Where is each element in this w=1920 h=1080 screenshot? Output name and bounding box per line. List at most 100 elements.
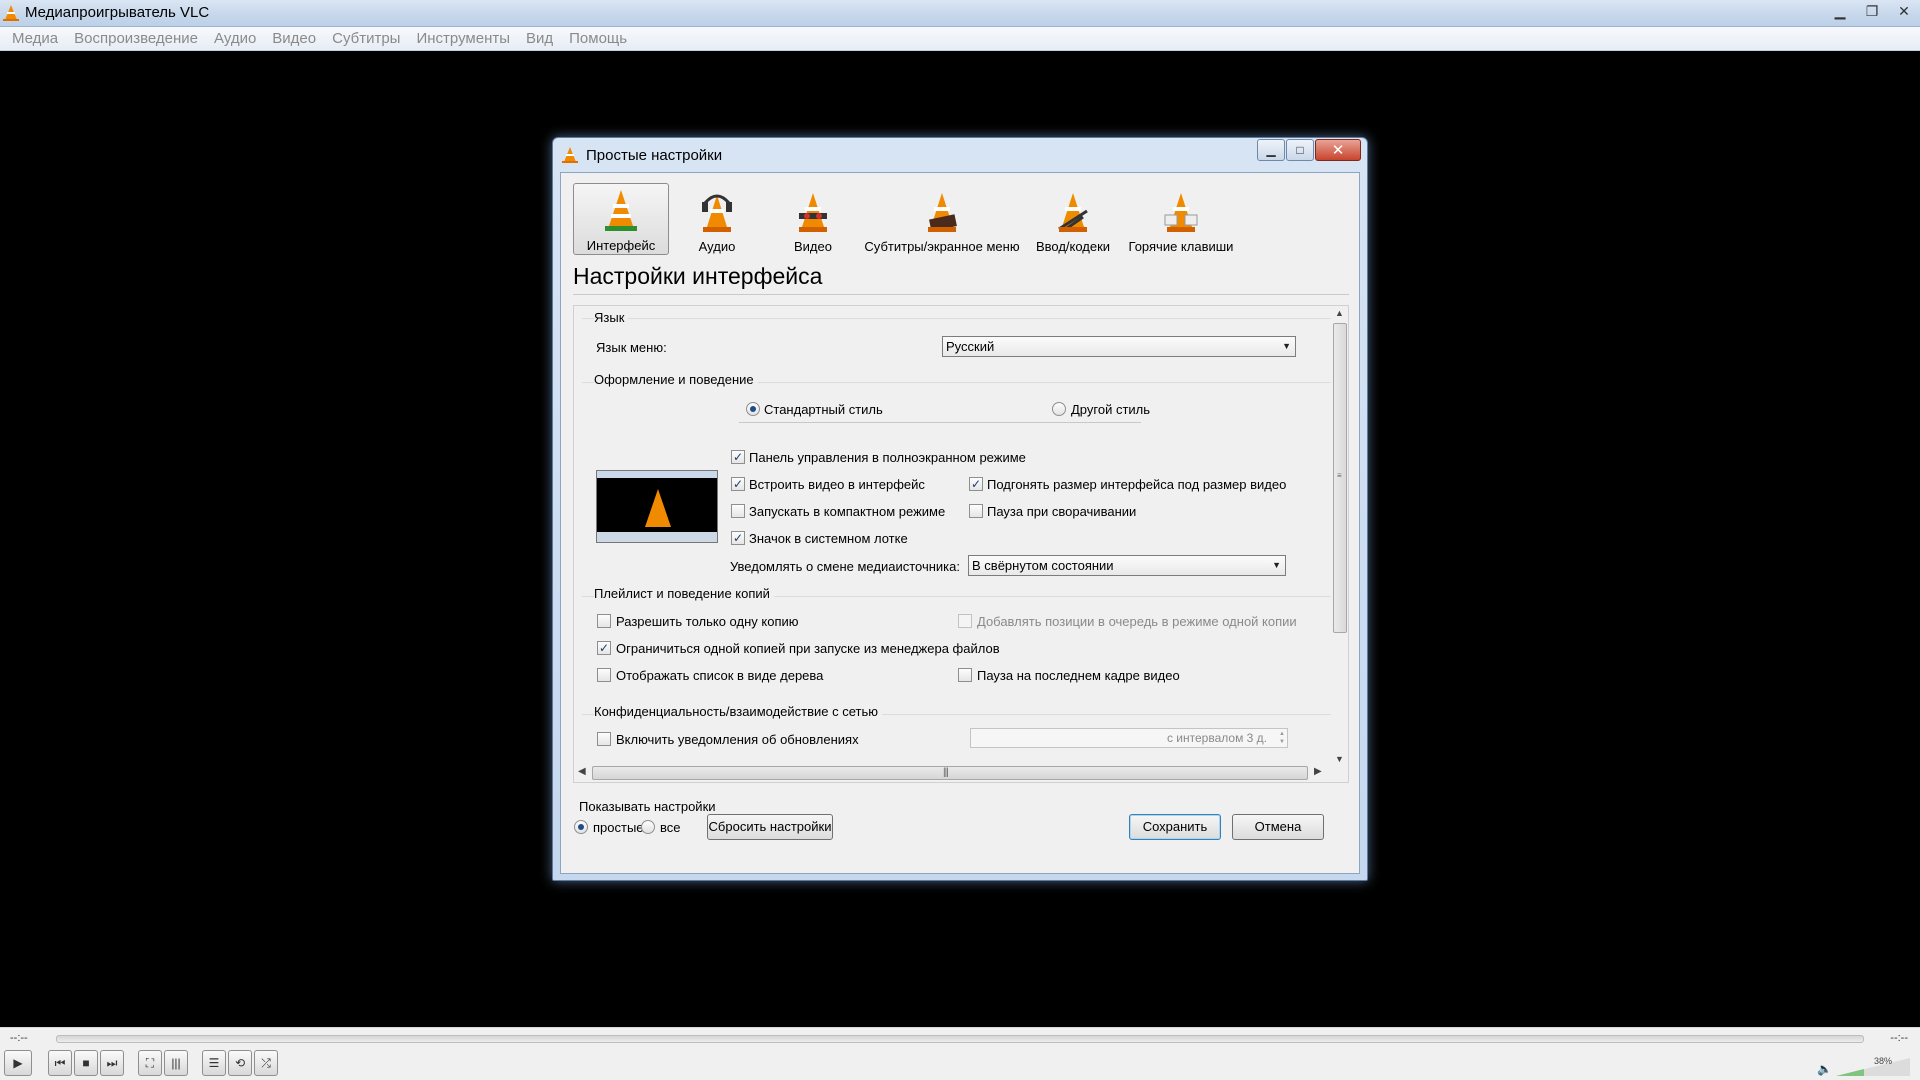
enqueue-one-instance-checkbox[interactable]: [958, 614, 972, 628]
style-standard-radio[interactable]: [746, 402, 760, 416]
menu-video[interactable]: Видео: [264, 30, 324, 47]
main-titlebar: Медиапроигрыватель VLC ▁ ❐ ✕: [0, 0, 1920, 27]
fullscreen-icon: ⛶: [145, 1055, 155, 1070]
dialog-maximize-button[interactable]: □: [1286, 139, 1314, 161]
pause-last-frame-label: Пауза на последнем кадре видео: [977, 668, 1180, 683]
window-controls: ▁ ❐ ✕: [1824, 0, 1920, 22]
vlc-cone-icon: [562, 147, 578, 163]
vertical-scroll-thumb[interactable]: ≡: [1333, 323, 1347, 633]
next-button[interactable]: ⏭: [100, 1050, 124, 1076]
video-cone-icon: [791, 187, 835, 235]
playlist-button[interactable]: ☰: [202, 1050, 226, 1076]
menu-playback[interactable]: Воспроизведение: [66, 30, 206, 47]
fullscreen-controller-checkbox[interactable]: ✓: [731, 450, 745, 464]
cancel-button[interactable]: Отмена: [1232, 814, 1324, 840]
dialog-minimize-button[interactable]: ▁: [1257, 139, 1285, 161]
play-button[interactable]: ▶: [4, 1050, 32, 1076]
category-label: Аудио: [698, 239, 736, 254]
save-button[interactable]: Сохранить: [1129, 814, 1221, 840]
scroll-left-icon[interactable]: ◀: [578, 766, 586, 777]
update-notify-label: Включить уведомления об обновлениях: [616, 732, 859, 747]
dialog-titlebar: Простые настройки ▁ □ ✕: [553, 138, 1367, 172]
show-all-label: все: [660, 820, 681, 835]
minimize-button[interactable]: ▁: [1824, 0, 1856, 22]
menu-language-value: Русский: [946, 339, 995, 354]
close-button[interactable]: ✕: [1888, 0, 1920, 22]
interface-preview-image: [596, 470, 718, 543]
previous-button[interactable]: ⏮: [48, 1050, 72, 1076]
update-interval-spinbox[interactable]: с интервалом 3 д. ▲ ▼: [970, 728, 1288, 748]
reset-settings-button[interactable]: Сбросить настройки: [707, 814, 833, 840]
scroll-down-icon[interactable]: ▼: [1335, 754, 1344, 764]
stop-button[interactable]: ■: [74, 1050, 98, 1076]
dialog-title: Простые настройки: [586, 147, 723, 164]
group-title-playlist: Плейлист и поведение копий: [594, 586, 774, 601]
grip-icon: ≡: [1337, 471, 1342, 480]
category-hotkeys[interactable]: Горячие клавиши: [1123, 183, 1239, 255]
category-audio[interactable]: Аудио: [669, 183, 765, 255]
menu-language-label: Язык меню:: [596, 340, 667, 355]
show-simple-radio[interactable]: [574, 820, 588, 834]
menu-audio[interactable]: Аудио: [206, 30, 264, 47]
show-simple-label: простые: [593, 820, 644, 835]
hotkeys-cone-icon: [1159, 187, 1203, 235]
embed-video-checkbox[interactable]: ✓: [731, 477, 745, 491]
show-settings-label: Показывать настройки: [579, 799, 716, 814]
style-other-radio[interactable]: [1052, 402, 1066, 416]
menu-language-select[interactable]: Русский ▼: [942, 336, 1296, 357]
vertical-scrollbar[interactable]: ▲ ≡ ▼: [1331, 306, 1348, 766]
resize-to-video-checkbox[interactable]: ✓: [969, 477, 983, 491]
loop-button[interactable]: ⟲: [228, 1050, 252, 1076]
scroll-up-icon[interactable]: ▲: [1335, 308, 1344, 318]
horizontal-scroll-thumb[interactable]: |||: [592, 766, 1308, 780]
show-all-radio[interactable]: [641, 820, 655, 834]
horizontal-scrollbar[interactable]: ◀ ||| ▶: [574, 764, 1348, 782]
pause-last-frame-checkbox[interactable]: [958, 668, 972, 682]
speaker-icon[interactable]: 🔈: [1817, 1062, 1832, 1076]
menu-subtitles[interactable]: Субтитры: [324, 30, 408, 47]
volume-percent: 38%: [1873, 1056, 1892, 1066]
category-video[interactable]: Видео: [765, 183, 861, 255]
update-notify-checkbox[interactable]: [597, 732, 611, 746]
audio-cone-icon: [695, 187, 739, 235]
start-minimal-checkbox[interactable]: [731, 504, 745, 518]
category-label: Интерфейс: [586, 238, 656, 253]
dialog-close-button[interactable]: ✕: [1315, 139, 1361, 161]
window-title: Медиапроигрыватель VLC: [25, 4, 210, 21]
menu-media[interactable]: Медиа: [4, 30, 66, 47]
playlist-icon: ☰: [208, 1056, 220, 1070]
pause-minimized-label: Пауза при сворачивании: [987, 504, 1137, 519]
systray-icon-checkbox[interactable]: ✓: [731, 531, 745, 545]
preview-controls: [597, 532, 717, 542]
notify-select[interactable]: В свёрнутом состоянии ▼: [968, 555, 1286, 576]
menu-help[interactable]: Помощь: [561, 30, 635, 47]
spinner-arrows-icon[interactable]: ▲ ▼: [1279, 730, 1285, 746]
time-elapsed: --:--: [10, 1032, 28, 1044]
tree-view-checkbox[interactable]: [597, 668, 611, 682]
seek-slider[interactable]: [56, 1035, 1864, 1043]
group-title-language: Язык: [594, 310, 629, 325]
dialog-body: Интерфейс Аудио Видео Субтитры/экранное …: [560, 172, 1360, 874]
chevron-down-icon: ▼: [1272, 560, 1281, 570]
interface-cone-icon: [599, 186, 643, 234]
scroll-right-icon[interactable]: ▶: [1314, 766, 1322, 777]
category-input-codecs[interactable]: Ввод/кодеки: [1023, 183, 1123, 255]
maximize-button[interactable]: ❐: [1856, 0, 1888, 22]
category-interface[interactable]: Интерфейс: [573, 183, 669, 255]
category-subtitles[interactable]: Субтитры/экранное меню: [861, 183, 1023, 255]
extended-settings-button[interactable]: |||: [164, 1050, 188, 1076]
time-total: --:--: [1890, 1032, 1908, 1044]
dialog-controls: ▁ □ ✕: [1257, 139, 1361, 161]
fullscreen-controller-label: Панель управления в полноэкранном режиме: [749, 450, 1026, 465]
category-label: Ввод/кодеки: [1035, 239, 1111, 254]
menu-tools[interactable]: Инструменты: [408, 30, 518, 47]
next-icon: ⏭: [106, 1055, 118, 1070]
fullscreen-button[interactable]: ⛶: [138, 1050, 162, 1076]
equalizer-icon: |||: [171, 1056, 181, 1070]
one-instance-checkbox[interactable]: [597, 614, 611, 628]
shuffle-button[interactable]: ⤮: [254, 1050, 278, 1076]
pause-minimized-checkbox[interactable]: [969, 504, 983, 518]
menu-view[interactable]: Вид: [518, 30, 561, 47]
one-instance-file-manager-checkbox[interactable]: ✓: [597, 641, 611, 655]
style-standard-label: Стандартный стиль: [764, 402, 883, 417]
